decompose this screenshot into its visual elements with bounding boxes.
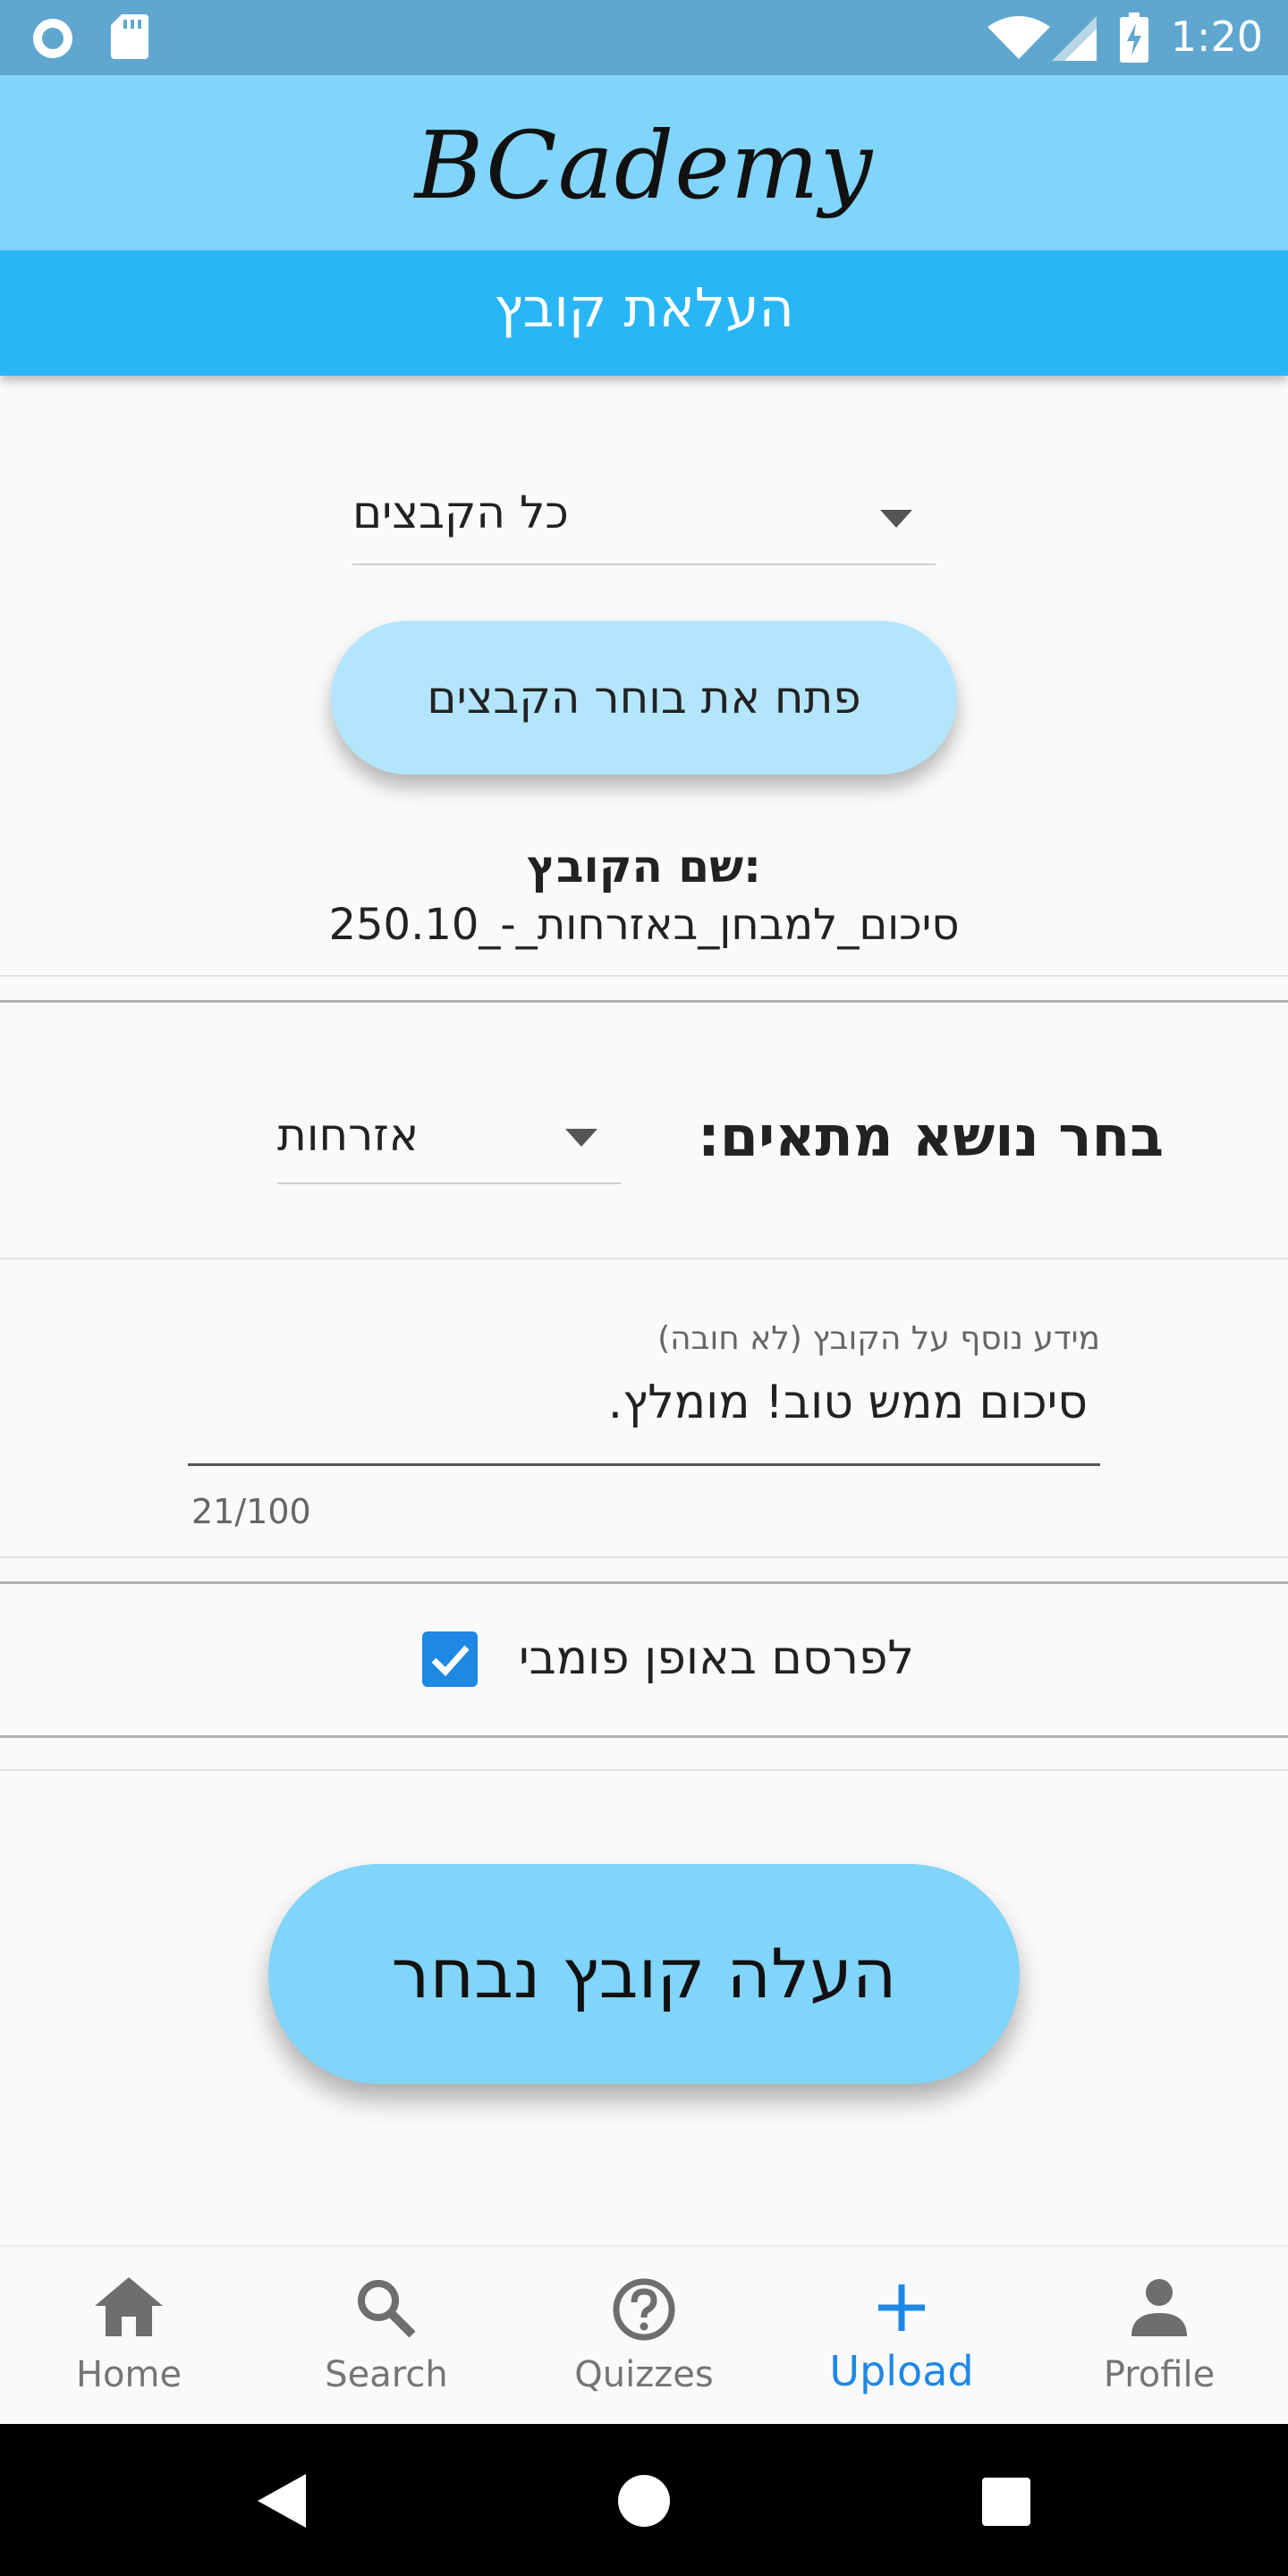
nav-item-home[interactable]: Home (0, 2247, 258, 2426)
divider (0, 1556, 1288, 1558)
character-counter: 21/100 (191, 1492, 311, 1531)
home-icon (0, 2277, 258, 2340)
person-icon (1030, 2277, 1288, 2340)
divider (0, 1769, 1288, 1771)
wifi-icon (987, 16, 1050, 59)
file-name-label: שם הקובץ: (526, 841, 762, 893)
extra-info-underline (188, 1463, 1100, 1466)
extra-info-input[interactable]: סיכום ממש טוב! מומלץ. (447, 1376, 1088, 1429)
file-type-dropdown-value: כל הקבצים (352, 487, 569, 538)
file-name-value: סיכום_למבחן_באזרחות_-_250.10 (328, 900, 960, 950)
nav-label-home: Home (75, 2354, 182, 2395)
app-title: BCademy (414, 111, 874, 220)
chevron-down-icon (880, 510, 912, 528)
publish-checkbox[interactable] (422, 1631, 478, 1687)
help-circle-icon (515, 2277, 773, 2345)
open-file-picker-button[interactable]: פתח את בוחר הקבצים (331, 621, 957, 775)
chevron-down-icon (565, 1129, 597, 1147)
divider (0, 1581, 1288, 1584)
nav-label-quizzes: Quizzes (574, 2354, 714, 2395)
publish-label: לפרסם באופן פומבי (519, 1631, 914, 1685)
recents-icon[interactable] (982, 2478, 1030, 2526)
plus-icon (773, 2283, 1030, 2336)
page-header: העלאת קובץ (0, 250, 1288, 376)
nav-item-quizzes[interactable]: Quizzes (515, 2247, 773, 2426)
record-icon (33, 19, 72, 58)
nav-item-upload[interactable]: Upload (773, 2247, 1030, 2426)
divider (0, 1735, 1288, 1738)
page-title: העלאת קובץ (494, 277, 794, 340)
file-type-dropdown[interactable]: כל הקבצים (352, 474, 936, 565)
check-icon (431, 1645, 470, 1677)
nav-label-search: Search (325, 2354, 448, 2395)
app-bar: BCademy (0, 75, 1288, 250)
divider (0, 975, 1288, 977)
back-icon[interactable] (258, 2474, 306, 2528)
system-navigation-bar (0, 2424, 1288, 2576)
extra-info-label: מידע נוסף על הקובץ (לא חובה) (657, 1320, 1100, 1357)
sd-card-icon (111, 14, 148, 59)
search-icon (258, 2277, 515, 2343)
subject-dropdown-value: אזרחות (277, 1109, 419, 1161)
nav-label-profile: Profile (1103, 2354, 1216, 2395)
upload-file-button[interactable]: העלה קובץ נבחר (268, 1864, 1020, 2084)
status-time: 1:20 (1170, 13, 1263, 61)
bottom-navigation: Home Search Quizzes Upload Profile (0, 2245, 1288, 2426)
nav-label-upload: Upload (829, 2347, 974, 2395)
nav-item-search[interactable]: Search (258, 2247, 515, 2426)
nav-item-profile[interactable]: Profile (1030, 2247, 1288, 2426)
cell-signal-icon (1052, 16, 1097, 61)
home-circle-icon[interactable] (617, 2474, 671, 2528)
subject-dropdown[interactable]: אזרחות (277, 1093, 621, 1184)
battery-charging-icon (1120, 13, 1148, 63)
divider (0, 1258, 1288, 1259)
divider (0, 1000, 1288, 1003)
subject-label: בחר נושא מתאים: (698, 1104, 1165, 1169)
status-bar: 1:20 (0, 0, 1288, 75)
